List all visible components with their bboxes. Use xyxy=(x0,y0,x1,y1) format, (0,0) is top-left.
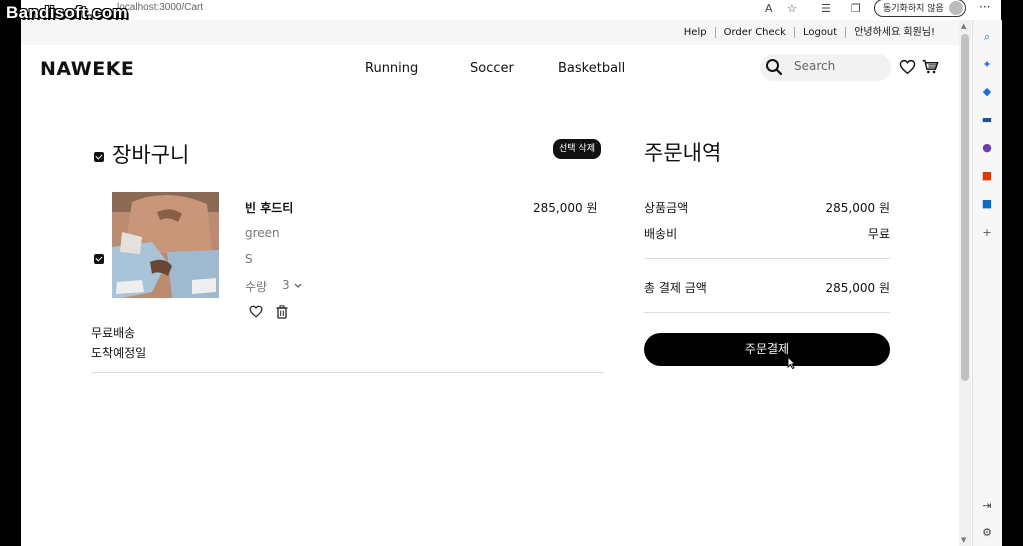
quantity-value: 3 xyxy=(282,278,290,292)
browser-sidebar: ⌕ ✦ ◆ ▬ ● ■ ■ + ⇥ ⚙ xyxy=(972,20,1002,546)
scroll-down-arrow-icon[interactable]: ▼ xyxy=(961,536,966,544)
sidebar-search-icon[interactable]: ⌕ xyxy=(981,31,993,43)
sidebar-add-icon[interactable]: + xyxy=(981,227,993,239)
search-input[interactable] xyxy=(794,59,884,73)
delivery-label: 배송비 xyxy=(644,227,678,241)
quantity-label: 수량 xyxy=(245,280,268,294)
watermark: Bandisoft.com xyxy=(6,3,128,22)
item-checkbox[interactable] xyxy=(94,254,104,264)
sidebar-copilot-icon[interactable]: ✦ xyxy=(981,59,993,71)
sync-label: 동기화하지 않음 xyxy=(883,4,944,14)
sidebar-outlook-icon[interactable]: ■ xyxy=(981,198,993,210)
sidebar-office-icon[interactable]: ■ xyxy=(981,170,993,182)
help-link[interactable]: Help xyxy=(676,27,715,38)
product-name[interactable]: 빈 후드티 xyxy=(245,199,293,216)
product-amount-row: 상품금액 285,000 원 xyxy=(644,199,890,216)
product-amount-value: 285,000 원 xyxy=(825,201,890,215)
search-icon[interactable] xyxy=(765,58,783,76)
order-check-link[interactable]: Order Check xyxy=(714,27,794,38)
collections-icon[interactable]: ❐ xyxy=(851,2,861,15)
profile-avatar xyxy=(949,1,963,15)
summary-divider-1 xyxy=(644,258,890,259)
checkout-button[interactable]: 주문결제 xyxy=(644,333,890,366)
product-photo xyxy=(112,192,219,298)
cart-divider xyxy=(91,372,604,373)
logout-link[interactable]: Logout xyxy=(793,27,845,38)
nav-basketball[interactable]: Basketball xyxy=(558,61,625,76)
scroll-thumb[interactable] xyxy=(961,34,969,381)
total-label: 총 결제 금액 xyxy=(644,281,707,295)
cart-title: 장바구니 xyxy=(112,143,190,167)
favorite-star-icon[interactable]: ☆ xyxy=(787,2,797,15)
quantity-select[interactable]: 3 xyxy=(282,278,302,292)
web-page: Help Order Check Logout 안녕하세요 회원님! NAWEK… xyxy=(21,20,959,546)
page-scrollbar[interactable]: ▲ ▼ xyxy=(959,20,971,546)
chevron-down-icon xyxy=(295,283,302,288)
favorites-list-icon[interactable]: ☰ xyxy=(821,2,831,15)
product-color: green xyxy=(245,226,280,240)
delivery-value: 무료 xyxy=(867,227,890,241)
product-price: 285,000 원 xyxy=(533,201,598,215)
free-shipping-text: 무료배송 xyxy=(91,326,136,340)
profile-sync-button[interactable]: 동기화하지 않음 xyxy=(874,0,966,17)
greeting-text: 안녕하세요 회원님! xyxy=(845,27,943,38)
total-row: 총 결제 금액 285,000 원 xyxy=(644,279,890,296)
browser-toolbar: localhost:3000/Cart A ☆ ☰ ❐ 동기화하지 않음 ··· xyxy=(21,0,1001,21)
search-box xyxy=(760,54,891,81)
read-aloud-icon[interactable]: A xyxy=(765,2,773,15)
sidebar-games-icon[interactable]: ● xyxy=(981,142,993,154)
delivery-row: 배송비 무료 xyxy=(644,225,890,242)
summary-divider-2 xyxy=(644,312,890,313)
delete-selected-button[interactable]: 선택 삭제 xyxy=(553,139,601,159)
cart-icon[interactable] xyxy=(922,59,939,75)
utility-links: Help Order Check Logout 안녕하세요 회원님! xyxy=(676,27,943,38)
sidebar-settings-gear-icon[interactable]: ⚙ xyxy=(981,527,993,539)
product-amount-label: 상품금액 xyxy=(644,201,689,215)
nav-running[interactable]: Running xyxy=(365,61,418,76)
product-image[interactable] xyxy=(112,192,219,298)
trash-icon[interactable] xyxy=(276,305,288,319)
scroll-up-arrow-icon[interactable]: ▲ xyxy=(961,22,966,30)
sidebar-tools-icon[interactable]: ▬ xyxy=(981,114,993,126)
mouse-cursor-icon xyxy=(787,356,796,369)
browser-menu-icon[interactable]: ··· xyxy=(979,0,990,14)
product-size: S xyxy=(245,252,253,266)
nav-soccer[interactable]: Soccer xyxy=(470,61,514,76)
utility-bar: Help Order Check Logout 안녕하세요 회원님! xyxy=(21,20,959,45)
summary-title: 주문내역 xyxy=(644,141,722,165)
site-logo[interactable]: NAWEKE xyxy=(40,58,134,80)
total-value: 285,000 원 xyxy=(825,281,890,295)
item-wishlist-icon[interactable] xyxy=(249,305,263,318)
select-all-checkbox[interactable] xyxy=(94,152,104,162)
address-bar[interactable]: localhost:3000/Cart xyxy=(117,2,203,13)
sidebar-shopping-icon[interactable]: ◆ xyxy=(981,86,993,98)
browser-window: localhost:3000/Cart A ☆ ☰ ❐ 동기화하지 않음 ···… xyxy=(21,0,1002,546)
arrival-date-text: 도착예정일 xyxy=(91,346,147,360)
wishlist-heart-icon[interactable] xyxy=(899,59,916,75)
sidebar-collapse-icon[interactable]: ⇥ xyxy=(981,500,993,512)
